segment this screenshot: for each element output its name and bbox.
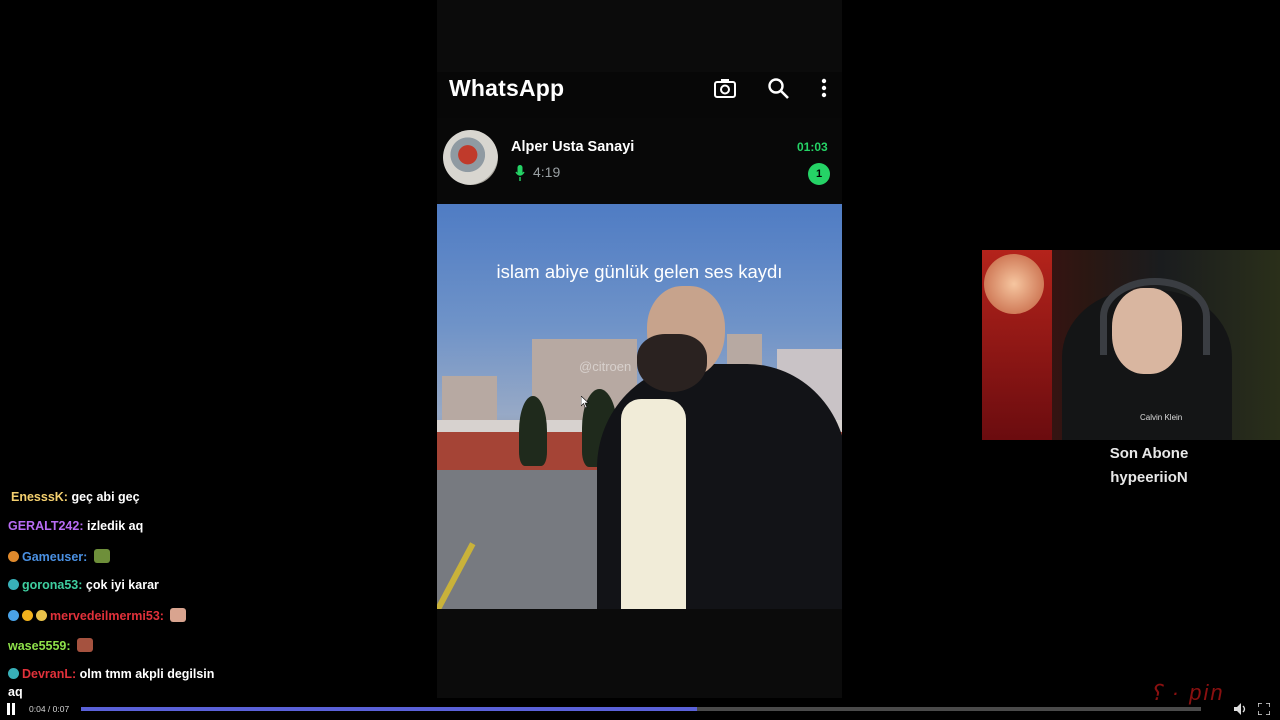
chat-message: GERALT242: izledik aq [8,519,143,533]
man-beard [637,334,707,392]
camera-icon [714,79,736,98]
badge-icon [8,579,19,590]
streamer-webcam: Calvin Klein [982,250,1280,440]
voice-duration: 4:19 [533,164,561,180]
chat-message-continuation: aq [8,685,23,699]
whatsapp-title: WhatsApp [449,75,565,101]
sword-badge-icon [8,610,19,621]
emote-icon [77,638,94,652]
headphones [1100,278,1210,355]
microphone-icon [515,165,525,181]
contact-avatar [443,130,498,185]
mouse-cursor-icon [581,396,589,408]
badge-icon [8,551,19,562]
video-watermark: @citroen [579,359,632,374]
tree [519,396,547,466]
chat-message: DevranL: olm tmm akpli degilsin [8,667,214,681]
message-time: 01:03 [797,140,828,154]
chat-message: gorona53: çok iyi karar [8,578,159,592]
lamp [984,254,1044,314]
crown-badge-icon [36,610,47,621]
fullscreen-icon[interactable] [1258,703,1270,715]
chat-text: olm tmm akpli degilsin [79,667,215,681]
seek-bar-progress [81,707,697,711]
chat-username: DevranL: [22,667,77,681]
chat-message: EnesssK: geç abi geç [11,490,140,504]
man-shirt [621,399,686,609]
video-caption: islam abiye günlük gelen ses kaydı [496,261,783,282]
chat-username: gorona53: [22,578,83,592]
subscriber-name: hypeeriioN [1110,469,1188,486]
contact-name: Alper Usta Sanayi [511,139,635,155]
volume-icon[interactable] [1234,703,1248,715]
badge-icon [8,668,19,679]
emote-icon [170,608,187,622]
chat-text: geç abi geç [71,490,140,504]
chat-message: Gameuser: [8,549,110,564]
chat-message: wase5559: [8,638,94,653]
more-vertical-icon [821,78,827,98]
search-icon [768,78,789,99]
pause-icon[interactable] [6,703,16,715]
video-clip: islam abiye günlük gelen ses kaydı @citr… [437,204,842,609]
channel-logo: ⸮ · pin [1150,680,1225,705]
chat-text: izledik aq [86,519,144,533]
chat-message: mervedeilmermi53: [8,608,187,623]
phone-video-frame: WhatsApp Alper Usta Sanayi 4:19 01:03 1 [437,0,842,698]
chat-text: çok iyi karar [85,578,159,592]
emote-icon [93,549,110,563]
unread-badge: 1 [808,163,830,185]
chat-username: mervedeilmermi53: [50,609,164,623]
chat-username: Gameuser: [22,550,88,564]
number-badge-icon [22,610,33,621]
subscriber-label: Son Abone [1109,445,1189,462]
chat-username: wase5559: [8,639,71,653]
shirt-logo: Calvin Klein [1140,413,1183,422]
chat-username: GERALT242: [8,519,84,533]
time-readout: 0:04 / 0:07 [29,704,70,714]
chat-username: EnesssK: [11,490,68,504]
